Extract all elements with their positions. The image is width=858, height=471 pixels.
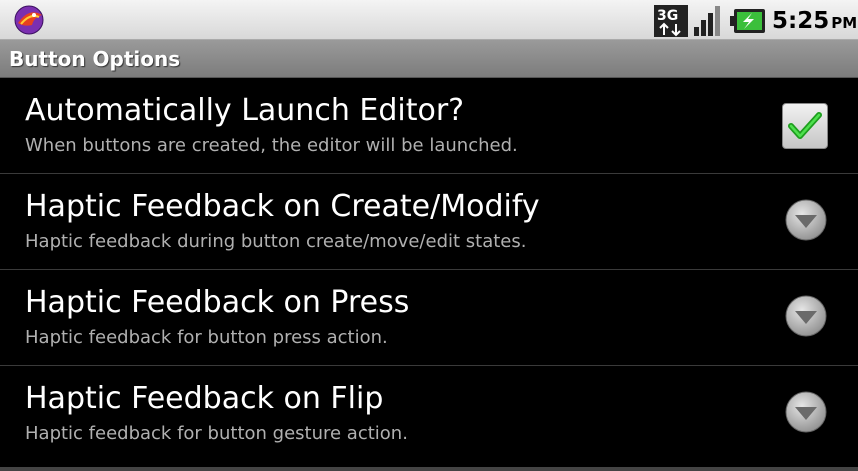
pref-title: Haptic Feedback on Flip — [25, 381, 384, 416]
pref-haptic-press[interactable]: Haptic Feedback on Press Haptic feedback… — [0, 270, 858, 366]
pref-title: Haptic Feedback on Create/Modify — [25, 189, 540, 224]
pref-summary: When buttons are created, the editor wil… — [25, 135, 518, 156]
pref-summary: Haptic feedback for button press action. — [25, 327, 388, 348]
pref-summary: Haptic feedback for button gesture actio… — [25, 423, 408, 444]
pref-auto-launch-editor[interactable]: Automatically Launch Editor? When button… — [0, 78, 858, 174]
auto-launch-checkbox[interactable] — [782, 103, 828, 149]
battery-charging-icon — [730, 7, 766, 35]
pref-haptic-flip[interactable]: Haptic Feedback on Flip Haptic feedback … — [0, 366, 858, 462]
clock: 5:25 PM — [772, 6, 857, 36]
pref-summary: Haptic feedback during button create/mov… — [25, 231, 527, 252]
status-bar: 3G 5:25 PM — [0, 0, 858, 40]
pref-title: Haptic Feedback on Press — [25, 285, 410, 320]
dropdown-arrow-icon[interactable] — [784, 294, 828, 338]
pref-title: Automatically Launch Editor? — [25, 93, 465, 128]
bottom-edge — [0, 467, 858, 471]
app-icon — [12, 5, 46, 35]
page-title: Button Options — [9, 47, 181, 71]
dropdown-arrow-icon[interactable] — [784, 390, 828, 434]
screen: 3G 5:25 PM Button Options Automatically … — [0, 0, 858, 471]
3g-network-icon: 3G — [654, 5, 688, 37]
preference-list: Automatically Launch Editor? When button… — [0, 78, 858, 471]
clock-time: 5:25 — [772, 8, 830, 34]
clock-ampm: PM — [831, 14, 858, 32]
pref-haptic-create-modify[interactable]: Haptic Feedback on Create/Modify Haptic … — [0, 174, 858, 270]
network-label: 3G — [657, 8, 678, 24]
title-bar: Button Options — [0, 40, 858, 78]
dropdown-arrow-icon[interactable] — [784, 198, 828, 242]
signal-strength-icon — [693, 5, 725, 37]
checkmark-icon — [788, 112, 822, 139]
